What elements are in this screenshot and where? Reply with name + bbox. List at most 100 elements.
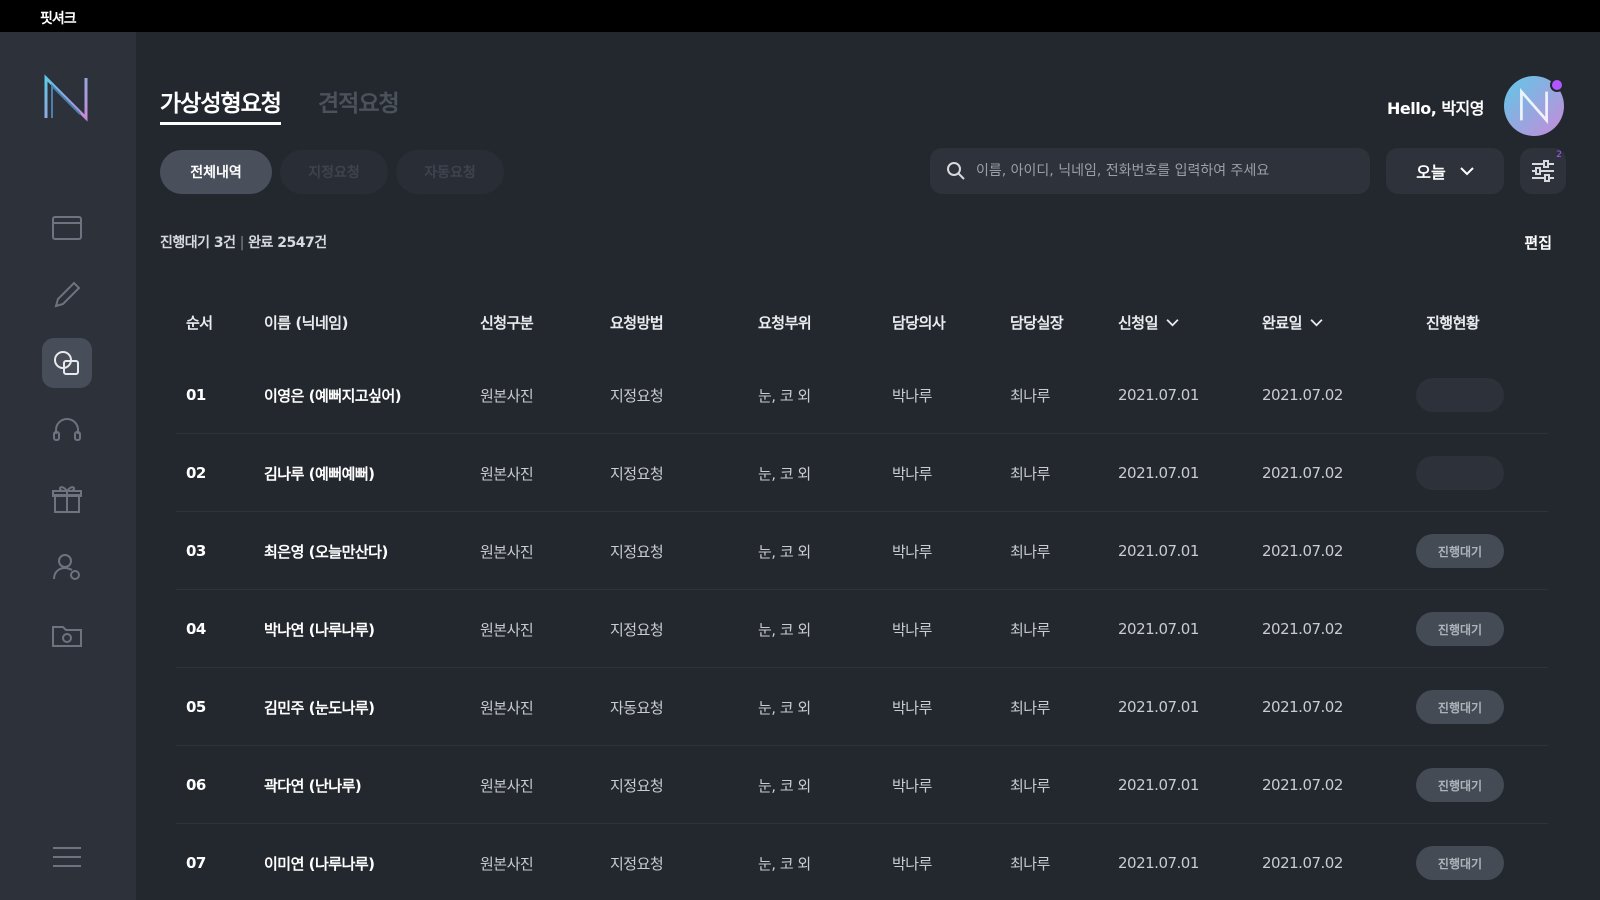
header-type: 신청구분 — [480, 313, 534, 332]
calendar-icon — [52, 216, 82, 240]
header-num: 순서 — [186, 313, 213, 332]
window-titlebar: 핏셔크 — [0, 0, 1600, 32]
date-filter-value: 오늘 — [1416, 163, 1446, 182]
hamburger-icon — [53, 847, 81, 867]
avatar[interactable] — [1504, 76, 1564, 136]
row-method: 자동요청 — [610, 698, 664, 717]
sidebar-item-photos[interactable] — [42, 610, 92, 660]
row-name: 최은영 (오늘만산다) — [264, 542, 388, 561]
sidebar-item-calendar[interactable] — [42, 202, 92, 252]
status-button[interactable]: 진행대기 — [1416, 612, 1504, 646]
status-button[interactable]: 진행대기 — [1416, 768, 1504, 802]
status-button[interactable] — [1416, 378, 1504, 412]
row-method: 지정요청 — [610, 854, 664, 873]
row-part: 눈, 코 외 — [758, 620, 811, 639]
row-applied-date: 2021.07.01 — [1118, 464, 1199, 482]
row-part: 눈, 코 외 — [758, 776, 811, 795]
row-part: 눈, 코 외 — [758, 464, 811, 483]
sidebar — [0, 32, 136, 900]
sliders-icon — [1532, 160, 1554, 182]
header-method: 요청방법 — [610, 313, 664, 332]
header-doctor: 담당의사 — [892, 313, 946, 332]
header-applied: 신청일 — [1118, 313, 1158, 332]
filter-pill-designated[interactable]: 지정요청 — [280, 150, 388, 194]
row-name: 이미연 (나루나루) — [264, 854, 375, 873]
sidebar-item-user-settings[interactable] — [42, 542, 92, 592]
row-part: 눈, 코 외 — [758, 698, 811, 717]
row-num: 01 — [186, 386, 206, 404]
row-part: 눈, 코 외 — [758, 386, 811, 405]
table-row[interactable]: 05 김민주 (눈도나루) 원본사진 자동요청 눈, 코 외 박나루 최나루 2… — [160, 668, 1548, 746]
row-name: 김나루 (예뻐예뻐) — [264, 464, 375, 483]
date-filter-dropdown[interactable]: 오늘 — [1386, 148, 1504, 194]
pending-count: 진행대기 3건 — [160, 235, 236, 251]
status-button[interactable]: 진행대기 — [1416, 534, 1504, 568]
sidebar-item-support[interactable] — [42, 406, 92, 456]
headset-icon — [53, 418, 81, 441]
photo-folder-icon — [52, 626, 82, 647]
header-completed-sort[interactable]: 완료일 — [1262, 288, 1323, 356]
row-manager: 최나루 — [1010, 542, 1050, 561]
row-num: 06 — [186, 776, 206, 794]
row-doctor: 박나루 — [892, 776, 932, 795]
row-doctor: 박나루 — [892, 464, 932, 483]
table-row[interactable]: 04 박나연 (나루나루) 원본사진 지정요청 눈, 코 외 박나루 최나루 2… — [160, 590, 1548, 668]
row-num: 03 — [186, 542, 206, 560]
row-type: 원본사진 — [480, 386, 534, 405]
row-method: 지정요청 — [610, 776, 664, 795]
app-brand: 핏셔크 — [40, 11, 77, 27]
row-name: 박나연 (나루나루) — [264, 620, 375, 639]
filter-settings-button[interactable]: 2 — [1520, 148, 1566, 194]
table-header: 순서 이름 (닉네임) 신청구분 요청방법 요청부위 담당의사 담당실장 신청일… — [160, 288, 1548, 356]
row-completed-date: 2021.07.02 — [1262, 386, 1343, 404]
sidebar-item-edit[interactable] — [42, 270, 92, 320]
gift-icon — [52, 486, 82, 513]
table-row[interactable]: 02 김나루 (예뻐예뻐) 원본사진 지정요청 눈, 코 외 박나루 최나루 2… — [160, 434, 1548, 512]
row-completed-date: 2021.07.02 — [1262, 620, 1343, 638]
row-type: 원본사진 — [480, 464, 534, 483]
tab-virtual-surgery-request[interactable]: 가상성형요청 — [160, 84, 282, 125]
header-part: 요청부위 — [758, 313, 812, 332]
status-button[interactable]: 진행대기 — [1416, 690, 1504, 724]
row-applied-date: 2021.07.01 — [1118, 698, 1199, 716]
row-applied-date: 2021.07.01 — [1118, 620, 1199, 638]
sidebar-item-virtual-request[interactable] — [42, 338, 92, 388]
header-applied-sort[interactable]: 신청일 — [1118, 288, 1179, 356]
table-row[interactable]: 01 이영은 (예뻐지고싶어) 원본사진 지정요청 눈, 코 외 박나루 최나루… — [160, 356, 1548, 434]
row-completed-date: 2021.07.02 — [1262, 464, 1343, 482]
filter-pill-auto[interactable]: 자동요청 — [396, 150, 504, 194]
header-name: 이름 (닉네임) — [264, 313, 348, 332]
search-input[interactable] — [976, 163, 1356, 179]
edit-button[interactable]: 편집 — [1524, 232, 1552, 253]
row-type: 원본사진 — [480, 854, 534, 873]
table-row[interactable]: 07 이미연 (나루나루) 원본사진 지정요청 눈, 코 외 박나루 최나루 2… — [160, 824, 1548, 900]
search-icon — [947, 162, 965, 180]
row-num: 07 — [186, 854, 206, 872]
filter-count-badge: 2 — [1556, 150, 1562, 160]
sidebar-menu-button[interactable] — [42, 832, 92, 882]
row-type: 원본사진 — [480, 776, 534, 795]
row-part: 눈, 코 외 — [758, 542, 811, 561]
table-row[interactable]: 06 곽다연 (난나루) 원본사진 지정요청 눈, 코 외 박나루 최나루 20… — [160, 746, 1548, 824]
status-button[interactable]: 진행대기 — [1416, 846, 1504, 880]
row-doctor: 박나루 — [892, 542, 932, 561]
row-applied-date: 2021.07.01 — [1118, 542, 1199, 560]
sidebar-item-gift[interactable] — [42, 474, 92, 524]
row-manager: 최나루 — [1010, 776, 1050, 795]
row-applied-date: 2021.07.01 — [1118, 386, 1199, 404]
status-button[interactable] — [1416, 456, 1504, 490]
row-manager: 최나루 — [1010, 386, 1050, 405]
search-bar — [930, 148, 1370, 194]
row-applied-date: 2021.07.01 — [1118, 854, 1199, 872]
chevron-down-icon — [1166, 318, 1179, 326]
logo-icon[interactable] — [40, 72, 92, 124]
row-manager: 최나루 — [1010, 698, 1050, 717]
row-doctor: 박나루 — [892, 698, 932, 717]
row-doctor: 박나루 — [892, 854, 932, 873]
table-row[interactable]: 03 최은영 (오늘만산다) 원본사진 지정요청 눈, 코 외 박나루 최나루 … — [160, 512, 1548, 590]
filter-pill-all[interactable]: 전체내역 — [160, 150, 272, 194]
row-type: 원본사진 — [480, 620, 534, 639]
tab-quote-request[interactable]: 견적요청 — [318, 84, 400, 118]
pencil-icon — [54, 281, 81, 308]
row-manager: 최나루 — [1010, 620, 1050, 639]
